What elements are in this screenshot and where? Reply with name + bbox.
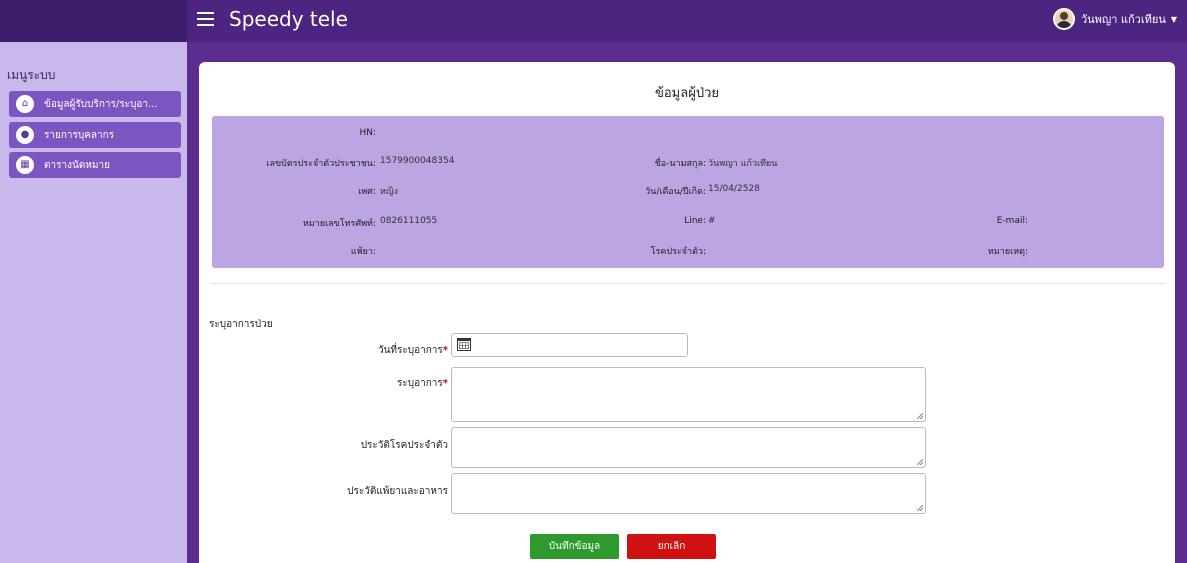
dob-label: วัน/เดือน/ปีเกิด: (645, 187, 706, 197)
sidebar: เมนูระบบ ⌂ ข้อมูลผู้รับบริการ/ระบุอา... … (0, 42, 187, 563)
allergy-food-textarea[interactable] (451, 473, 926, 514)
sidebar-item-label: ข้อมูลผู้รับบริการ/ระบุอา... (44, 98, 158, 110)
allergy-label: แพ้ยา: (350, 247, 376, 257)
caret-down-icon: ▼ (1170, 14, 1177, 24)
sex-label: เพศ: (358, 187, 376, 197)
note-label: หมายเหตุ: (987, 247, 1028, 257)
hn-label: HN: (359, 128, 376, 138)
menu-toggle-icon[interactable] (197, 12, 214, 28)
dob-value: 15/04/2528 (708, 184, 760, 194)
name-value: วันพญา แก้วเทียน (708, 159, 778, 169)
section-title: ระบุอาการป่วย (209, 319, 273, 330)
sex-value: หญิง (380, 187, 398, 197)
user-name: วันพญา แก้วเทียน (1080, 13, 1166, 26)
sidebar-heading: เมนูระบบ (7, 68, 56, 82)
line-label: Line: (684, 216, 706, 226)
sidebar-item-staff[interactable]: ● รายการบุคลากร (9, 122, 181, 148)
id-value: 1579900048354 (380, 156, 455, 166)
line-value: # (708, 216, 716, 226)
top-navbar: Speedy tele วันพญา แก้วเทียน ▼ (0, 0, 1187, 42)
symptom-textarea[interactable] (451, 367, 926, 422)
app-title: Speedy tele (229, 7, 348, 31)
history-textarea[interactable] (451, 427, 926, 468)
divider (212, 283, 1164, 284)
history-label: ประวัติโรคประจำตัว (360, 440, 448, 451)
save-button[interactable]: บันทึกข้อมูล (530, 534, 619, 559)
sidebar-item-patient-info[interactable]: ⌂ ข้อมูลผู้รับบริการ/ระบุอา... (9, 91, 181, 117)
avatar (1052, 8, 1075, 30)
allergy-food-label: ประวัติแพ้ยาและอาหาร (347, 486, 448, 497)
cancel-button[interactable]: ยกเลิก (627, 534, 716, 559)
id-label: เลขบัตรประจำตัวประชาชน: (266, 159, 376, 169)
sidebar-item-label: ตารางนัดหมาย (44, 159, 110, 171)
calendar-icon[interactable] (457, 338, 471, 351)
phone-label: หมายเลขโทรศัพท์: (302, 219, 376, 229)
home-icon: ⌂ (16, 95, 34, 113)
staff-icon: ● (16, 126, 34, 144)
page-title: ข้อมูลผู้ป่วย (654, 86, 720, 101)
resize-handle-icon[interactable] (917, 459, 923, 465)
phone-value: 0826111055 (380, 216, 438, 226)
email-label: E-mail: (996, 216, 1028, 226)
date-field[interactable] (451, 333, 688, 357)
symptom-label: ระบุอาการ* (397, 378, 448, 389)
resize-handle-icon[interactable] (917, 505, 923, 511)
navbar-brand-area (0, 0, 187, 42)
disease-label: โรคประจำตัว: (650, 247, 706, 257)
sidebar-item-appointments[interactable]: ▦ ตารางนัดหมาย (9, 152, 181, 178)
patient-card: ข้อมูลผู้ป่วย HN: เลขบัตรประจำตัวประชาชน… (199, 62, 1175, 563)
resize-handle-icon[interactable] (917, 413, 923, 419)
patient-info-box: HN: เลขบัตรประจำตัวประชาชน: 157990004835… (212, 116, 1164, 268)
table-icon: ▦ (16, 156, 34, 174)
date-label: วันที่ระบุอาการ* (377, 345, 448, 356)
name-label: ชื่อ-นามสกุล: (654, 159, 706, 169)
sidebar-item-label: รายการบุคลากร (44, 129, 115, 141)
user-menu[interactable]: วันพญา แก้วเทียน ▼ (1052, 8, 1177, 30)
